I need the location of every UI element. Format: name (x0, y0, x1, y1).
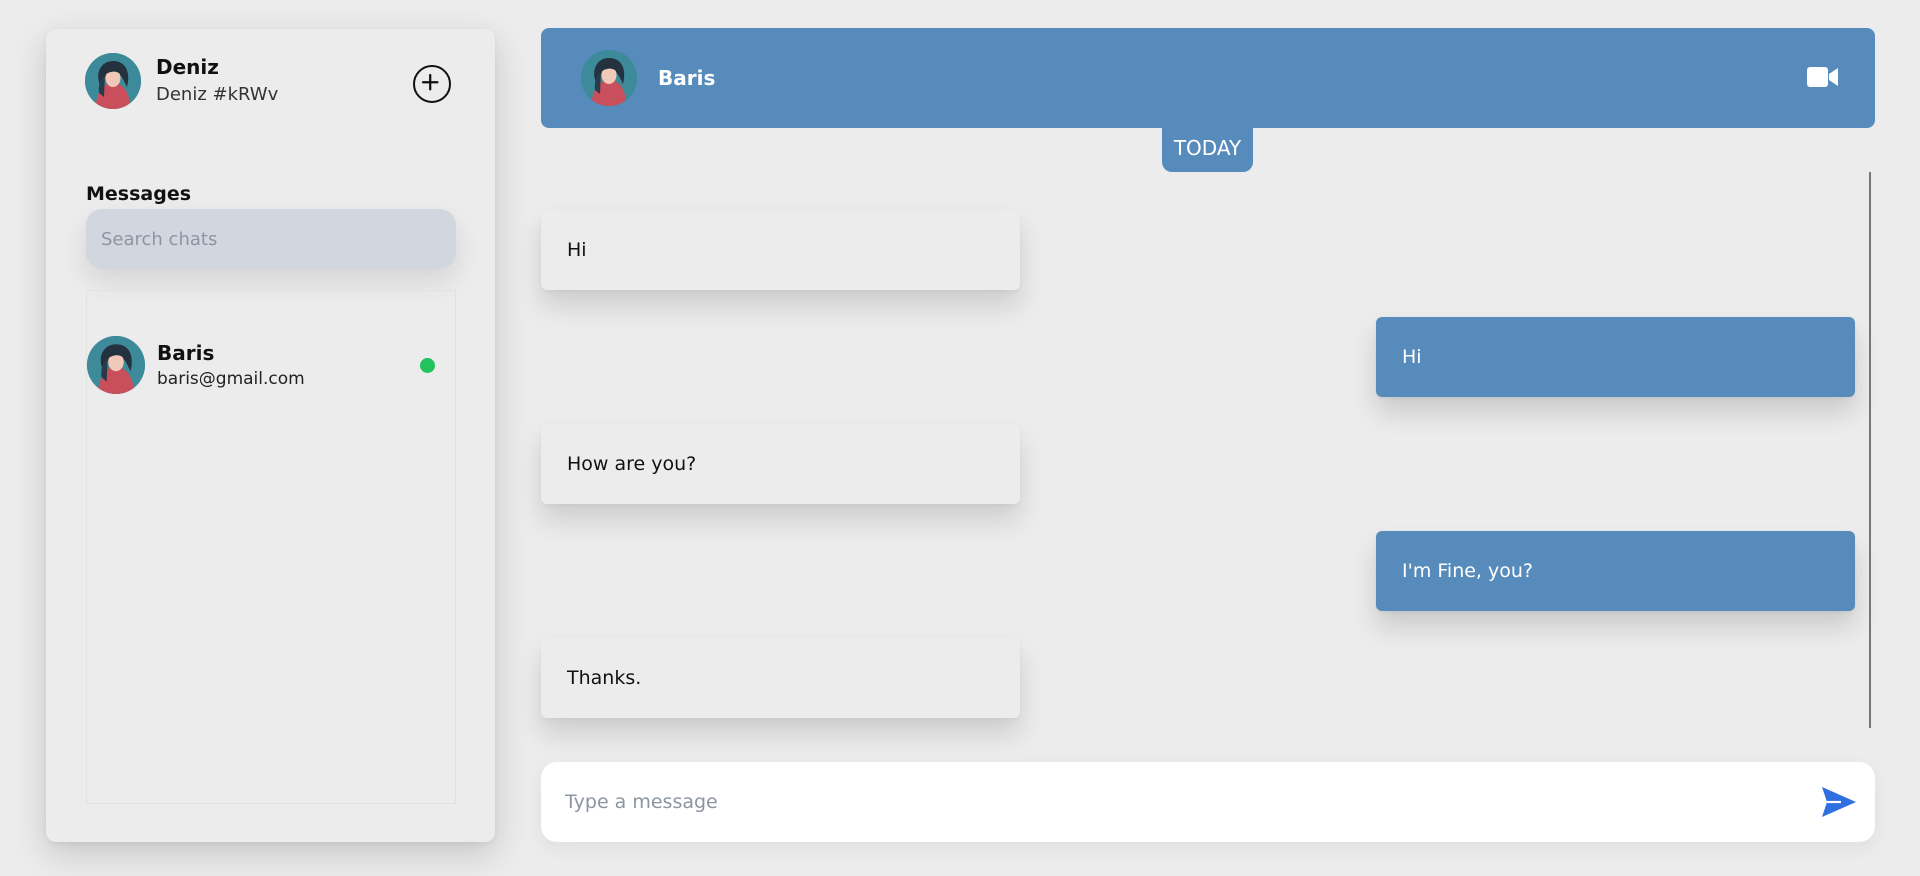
plus-circle-icon (421, 73, 439, 91)
user-avatar[interactable] (85, 53, 141, 109)
message-scrollbar[interactable] (1869, 172, 1871, 728)
send-paper-plane-icon (1822, 787, 1856, 817)
chat-item-email: baris@gmail.com (157, 368, 305, 389)
profile-text: Deniz Deniz #kRWv (156, 54, 278, 108)
chat-item-name: Baris (157, 340, 215, 365)
send-button[interactable] (1821, 786, 1857, 818)
profile-tag: Deniz #kRWv (156, 84, 279, 105)
messages-heading: Messages (86, 183, 192, 205)
avatar-illustration-icon (581, 50, 637, 106)
avatar-illustration-icon (87, 336, 145, 394)
date-divider-badge: TODAY (1162, 127, 1253, 172)
header-contact-name: Baris (658, 66, 716, 90)
message-outgoing: Hi (1376, 317, 1855, 397)
header-avatar[interactable] (581, 50, 637, 106)
chat-list: Baris baris@gmail.com (86, 290, 456, 804)
search-input[interactable] (86, 209, 456, 269)
message-incoming: Hi (541, 210, 1020, 290)
new-chat-button[interactable] (413, 65, 451, 103)
video-camera-icon (1807, 67, 1838, 87)
online-status-dot (420, 358, 435, 373)
chat-header: Baris (541, 28, 1875, 128)
chat-list-item[interactable]: Baris baris@gmail.com (87, 331, 455, 399)
message-composer (541, 762, 1875, 842)
sidebar: Deniz Deniz #kRWv Messages B (46, 29, 495, 842)
message-incoming: Thanks. (541, 638, 1020, 718)
message-input[interactable] (565, 762, 1795, 842)
contact-avatar (87, 336, 145, 394)
video-call-button[interactable] (1807, 66, 1839, 88)
user-profile: Deniz Deniz #kRWv (85, 53, 278, 109)
message-outgoing: I'm Fine, you? (1376, 531, 1855, 611)
avatar-illustration-icon (85, 53, 141, 109)
message-list: Hi Hi How are you? I'm Fine, you? Thanks… (541, 172, 1875, 742)
chat-item-text: Baris baris@gmail.com (157, 340, 305, 391)
profile-name: Deniz (156, 55, 219, 79)
message-incoming: How are you? (541, 424, 1020, 504)
